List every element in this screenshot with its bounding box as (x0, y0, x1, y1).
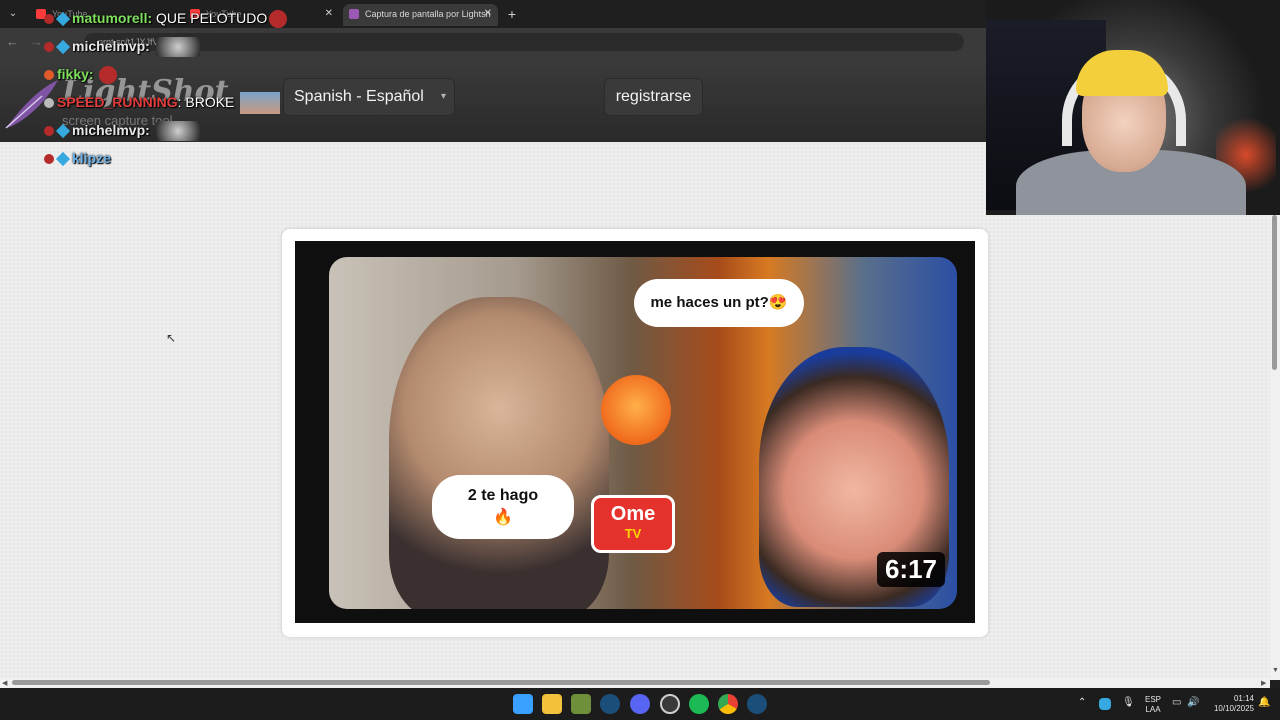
chat-message: SPEED_RUNNING: BROKE (44, 90, 281, 115)
thumbnail-person-left (389, 297, 609, 609)
tab-search-icon[interactable]: ⌄ (4, 5, 22, 23)
vertical-scrollbar-thumb[interactable] (1272, 215, 1277, 370)
input-language-code: ESP (1144, 695, 1161, 704)
close-icon[interactable]: ✕ (484, 4, 492, 24)
chevron-up-icon[interactable]: ⌃ (1078, 697, 1086, 720)
cube-badge-icon (55, 124, 71, 139)
emote-icon (99, 66, 118, 85)
emote-icon (155, 37, 200, 58)
ometv-logo-tv: TV (624, 526, 642, 541)
windows-start-icon[interactable] (513, 694, 533, 714)
defender-icon[interactable] (1099, 698, 1111, 710)
fire-emoji: 🔥 (493, 509, 513, 526)
badge-icon (44, 70, 54, 81)
badge-icon (44, 154, 54, 165)
chat-text: QUE PELOTUDO (156, 10, 268, 26)
chat-username: klipze (72, 150, 111, 166)
ometv-logo: Ome TV (591, 495, 675, 553)
obs-icon[interactable] (660, 694, 680, 714)
clock[interactable]: 01:14 10/10/2025 (1206, 694, 1254, 714)
chat-username: michelmvp: (72, 38, 150, 54)
mouse-cursor-icon: ↖ (166, 331, 177, 345)
clock-time: 01:14 (1233, 694, 1254, 703)
url-input[interactable]: prnt.sc/t1JXJfV (84, 33, 964, 51)
network-icon[interactable]: ▭ (1172, 697, 1181, 720)
chat-message: michelmvp: (44, 118, 200, 142)
spotify-icon[interactable] (689, 694, 709, 714)
discord-icon[interactable] (630, 694, 650, 714)
clock-date: 10/10/2025 (1213, 704, 1254, 713)
ometv-logo-text: Ome (610, 503, 656, 525)
volume-icon[interactable]: 🔊 (1187, 697, 1199, 720)
cube-badge-icon (55, 152, 71, 167)
speech-bubble-bottom: 2 te hago 🔥 (432, 475, 574, 539)
new-tab-plus-icon[interactable]: + (504, 5, 520, 23)
chrome-icon[interactable] (718, 694, 738, 714)
chat-message: matumorell: QUE PELOTUDO (44, 6, 288, 30)
badge-icon (44, 98, 54, 109)
chat-message: fikky: (44, 62, 118, 86)
screenshot-image[interactable]: me haces un pt?😍 2 te hago 🔥 Ome TV 6:17 (295, 241, 975, 623)
chevron-down-icon: ▾ (440, 91, 446, 102)
webcam-overlay (986, 0, 1280, 215)
input-language[interactable]: ESP LAA (1144, 695, 1162, 715)
lightshot-feather-icon (349, 9, 359, 19)
chat-username: fikky: (57, 66, 94, 82)
scroll-right-arrow-icon[interactable]: ▶ (1261, 679, 1266, 687)
chat-username: matumorell: (72, 10, 153, 26)
speech-bubble-top: me haces un pt?😍 (634, 279, 804, 327)
back-arrow-icon[interactable]: ← (6, 34, 22, 50)
notification-bell-icon[interactable]: 🔔 (1258, 697, 1270, 720)
emote-icon (240, 92, 281, 115)
video-duration-badge: 6:17 (876, 552, 945, 587)
language-select[interactable]: Spanish - Español ▾ (283, 78, 455, 116)
vertical-scrollbar[interactable]: ▼ (1270, 215, 1280, 680)
emote-icon (155, 121, 200, 142)
screenshot-frame: me haces un pt?😍 2 te hago 🔥 Ome TV 6:17 (282, 229, 988, 637)
chat-text: : BROKE (177, 94, 235, 110)
scroll-down-arrow-icon[interactable]: ▼ (1272, 667, 1279, 674)
horizontal-scrollbar[interactable]: ◀ ▶ (0, 678, 1270, 688)
badge-icon (44, 14, 54, 25)
input-language-layout: LAA (1145, 705, 1161, 714)
language-select-value: Spanish - Español (294, 88, 424, 105)
minecraft-icon[interactable] (571, 694, 591, 714)
bubble-bottom-text: 2 te hago (467, 487, 539, 504)
page-content: me haces un pt?😍 2 te hago 🔥 Ome TV 6:17… (0, 142, 1270, 678)
browser-tab-lightshot[interactable]: Captura de pantalla por Lightsh ✕ (343, 4, 498, 26)
microphone-icon[interactable]: 🎙 (1122, 697, 1135, 720)
steam-icon[interactable] (747, 694, 767, 714)
badge-icon (44, 126, 54, 137)
register-button[interactable]: registrarse (604, 78, 703, 116)
close-icon[interactable]: ✕ (325, 4, 333, 24)
chat-message: klipze (44, 146, 111, 170)
chat-message: michelmvp: (44, 34, 200, 58)
hot-face-emoji (601, 375, 671, 445)
windows-taskbar: ⌃ 🎙 ESP LAA ▭ 🔊 01:14 10/10/2025 🔔 (0, 688, 1280, 720)
chat-username: SPEED_RUNNING (57, 94, 178, 110)
scroll-left-arrow-icon[interactable]: ◀ (2, 679, 7, 687)
file-explorer-icon[interactable] (542, 694, 562, 714)
video-thumbnail: me haces un pt?😍 2 te hago 🔥 Ome TV 6:17 (329, 257, 957, 609)
chat-username: michelmvp: (72, 122, 150, 138)
horizontal-scrollbar-thumb[interactable] (12, 680, 990, 685)
cube-badge-icon (55, 12, 71, 27)
badge-icon (44, 42, 54, 53)
steam-icon[interactable] (600, 694, 620, 714)
desktop-screen: ⌄ YouTube YouTube ✕ Captura de pantalla … (0, 0, 1280, 720)
tab-label: Captura de pantalla por Lightsh (365, 9, 491, 19)
emote-icon (269, 10, 288, 29)
cube-badge-icon (55, 40, 71, 55)
